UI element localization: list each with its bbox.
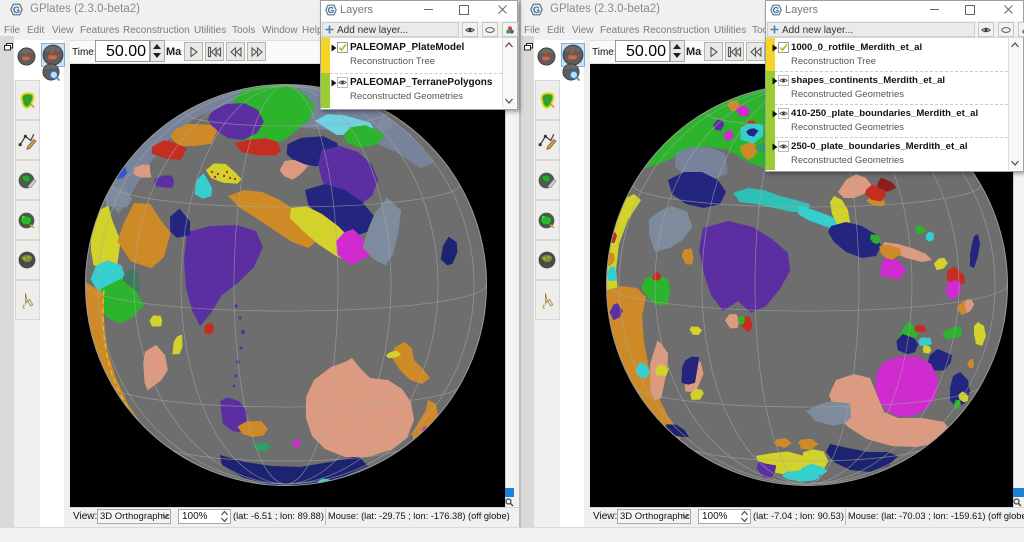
svg-text:G: G — [773, 6, 779, 15]
svg-text:G: G — [328, 6, 334, 15]
svg-text:G: G — [13, 5, 20, 15]
svg-text:G: G — [533, 5, 540, 15]
